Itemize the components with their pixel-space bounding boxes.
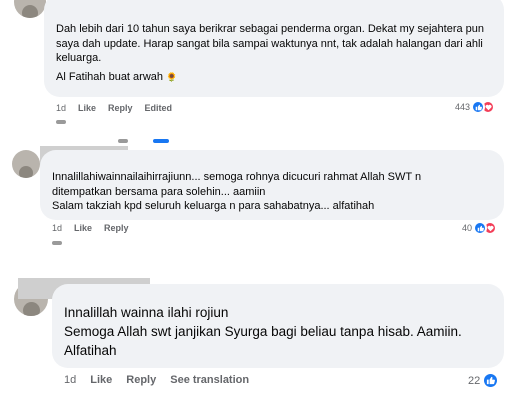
reply-thread-fragment — [118, 139, 128, 143]
comment-text-line: Al Fatihah buat arwah 🌻 — [56, 70, 178, 83]
comment-text-line: saya dah update. Harap sangat bila sampa… — [56, 37, 483, 50]
reply-thread-fragment — [153, 139, 169, 143]
reaction-count: 443 — [455, 102, 471, 112]
comment-text-line: keluarga. — [56, 52, 102, 64]
comment-bubble: Innalillahiwainnailaihirrajiunn... semog… — [40, 150, 504, 220]
comment-text-line: ditempatkan bersama para solehin... aami… — [52, 185, 266, 198]
like-link[interactable]: Like — [78, 103, 96, 113]
reaction-count: 40 — [462, 223, 473, 233]
reactions[interactable]: 22 — [468, 372, 500, 389]
comment-text-line: Innalillah wainna ilahi rojiun — [64, 305, 229, 320]
see-translation-link[interactable]: See translation — [170, 374, 249, 386]
like-icon — [471, 100, 486, 114]
comment-text-line: Innalillahiwainnailaihirrajiunn... semog… — [52, 171, 422, 183]
avatar[interactable] — [14, 0, 46, 18]
reply-link[interactable]: Reply — [108, 103, 133, 113]
avatar[interactable] — [12, 150, 40, 178]
comment-text-line: Salam takziah kpd seluruh keluarga n par… — [52, 200, 375, 212]
like-link[interactable]: Like — [74, 223, 92, 233]
timestamp[interactable]: 1d — [64, 374, 76, 386]
reactions[interactable]: 443 — [455, 100, 496, 114]
like-link[interactable]: Like — [90, 374, 112, 386]
reply-link[interactable]: Reply — [104, 223, 129, 233]
reply-link[interactable]: Reply — [126, 374, 156, 386]
reply-thread-fragment — [52, 241, 62, 245]
like-icon — [482, 372, 500, 389]
reaction-count: 22 — [468, 374, 481, 387]
reply-thread-fragment — [56, 120, 66, 124]
comment-meta: 1d Like Reply — [52, 223, 141, 233]
timestamp[interactable]: 1d — [52, 223, 62, 233]
comment-bubble: Dah lebih dari 10 tahun saya berikrar se… — [44, 0, 504, 97]
comment-meta: 1d Like Reply Edited — [56, 103, 184, 113]
like-icon — [473, 221, 488, 235]
edited-label: Edited — [144, 103, 173, 113]
sunflower-emoji: 🌻 — [166, 71, 178, 82]
comment-text-line: Dah lebih dari 10 tahun saya berikrar se… — [56, 23, 485, 35]
comment-meta: 1d Like Reply See translation — [64, 374, 261, 386]
reactions[interactable]: 40 — [462, 221, 498, 235]
comment-bubble: Innalillah wainna ilahi rojiun Semoga Al… — [52, 284, 504, 368]
comment-text-line: Alfatihah — [64, 343, 117, 358]
timestamp[interactable]: 1d — [56, 103, 66, 113]
comment-text-line: Semoga Allah swt janjikan Syurga bagi be… — [64, 324, 462, 339]
